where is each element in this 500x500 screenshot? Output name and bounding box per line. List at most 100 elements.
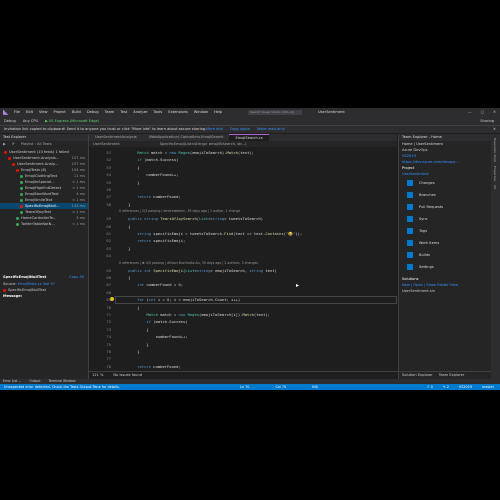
- code-line[interactable]: string specificEmoji = tweetsToSearch.Fi…: [119, 231, 302, 236]
- editor-tab[interactable]: (WebApplication).Controllers.EmojiSearch: [143, 134, 230, 141]
- menu-item-analyze[interactable]: Analyze: [133, 108, 147, 117]
- configuration-dropdown[interactable]: Debug: [4, 117, 16, 125]
- playlist-dropdown[interactable]: Playlist : All Tests: [21, 141, 52, 147]
- copy-again-link[interactable]: Copy again: [230, 126, 250, 133]
- code-line[interactable]: for (int i = 0; i < emojiToSearch.Count;…: [119, 297, 240, 302]
- editor-tab[interactable]: UserSentimentAnalysis: [89, 134, 143, 141]
- code-line[interactable]: Match match = new Regex(emojiToSearch).M…: [119, 150, 254, 155]
- make-read-only-link[interactable]: Make read-only: [257, 126, 285, 133]
- code-line[interactable]: }: [119, 246, 130, 251]
- zoom-level[interactable]: 121 %: [92, 372, 103, 379]
- code-line[interactable]: }: [119, 180, 139, 185]
- code-line[interactable]: return numberFound;: [119, 364, 180, 369]
- main-toolbar: Debug Any CPU ▶ IIS Express (Microsoft E…: [0, 117, 500, 126]
- platform-dropdown[interactable]: Any CPU: [23, 117, 38, 125]
- team-explorer-item-builds[interactable]: Builds: [399, 249, 491, 261]
- solutions-links[interactable]: New | Open | Show Folder View: [402, 283, 458, 287]
- code-line[interactable]: }: [119, 342, 148, 347]
- menu-item-test[interactable]: Test: [120, 108, 127, 117]
- code-line[interactable]: }: [119, 202, 130, 207]
- code-line[interactable]: int numberFound = 0;: [119, 282, 183, 287]
- menu-item-edit[interactable]: Edit: [26, 108, 33, 117]
- line-number: 51: [106, 150, 111, 155]
- menu-item-extensions[interactable]: Extensions: [168, 108, 188, 117]
- more-info-link[interactable]: More info: [206, 126, 223, 133]
- codelens-annotation[interactable]: 0 references | 2/3 passing | Iendrewbemn…: [119, 209, 240, 213]
- team-explorer-item-sync[interactable]: Sync: [399, 213, 491, 225]
- minimize-button[interactable]: —: [468, 108, 472, 117]
- status-message[interactable]: Unexpected error detected. Check the Tes…: [4, 384, 120, 390]
- copy-all-link[interactable]: Copy All: [69, 274, 88, 281]
- organization-link[interactable]: VS2019: [402, 154, 416, 158]
- team-explorer-item-pull-requests[interactable]: Pull Requests: [399, 201, 491, 213]
- code-line[interactable]: {: [119, 275, 130, 280]
- line-number: 76: [106, 349, 111, 354]
- source-link[interactable]: EmojiTests.cs line 57: [18, 282, 55, 286]
- code-line[interactable]: Match match = new Regex(emojiToSearch[i]…: [119, 312, 270, 317]
- menu-item-debug[interactable]: Debug: [87, 108, 99, 117]
- menu-item-window[interactable]: Window: [194, 108, 208, 117]
- team-explorer-item-branches[interactable]: Branches: [399, 189, 491, 201]
- solution-file-item[interactable]: UserSentiment.sln: [399, 288, 491, 294]
- team-explorer-item-changes[interactable]: Changes: [399, 177, 491, 189]
- pass-icon: [20, 198, 23, 202]
- code-line[interactable]: public string TearsOfJoySearch(List<stri…: [119, 216, 263, 221]
- team-explorer-item-label: Changes: [419, 181, 435, 185]
- run-button[interactable]: ▶ IIS Express (Microsoft Edge): [45, 117, 99, 125]
- code-area[interactable]: 51 Match match = new Regex(emojiToSearch…: [89, 148, 397, 370]
- code-line[interactable]: public int SpecificEmoji(List<string> em…: [119, 268, 277, 273]
- code-line[interactable]: numberFound++;: [119, 172, 178, 177]
- menu-item-file[interactable]: File: [14, 108, 20, 117]
- project-link[interactable]: UserSentiment: [402, 172, 429, 176]
- push-count[interactable]: ↑ 0: [427, 384, 433, 390]
- tab-properties[interactable]: Properties: [493, 166, 497, 181]
- live-share-button[interactable]: Sharing: [480, 117, 494, 125]
- branch-name[interactable]: master: [482, 384, 494, 390]
- close-button[interactable]: ✕: [493, 108, 496, 117]
- code-line[interactable]: {: [119, 224, 130, 229]
- code-line[interactable]: return specificEmoji;: [119, 238, 185, 243]
- team-explorer-item-label: Work Items: [419, 241, 440, 245]
- search-input[interactable]: Search Visual Studio (Ctrl+Q): [248, 110, 302, 115]
- editor-tab[interactable]: EmojiSearch.cs: [229, 134, 269, 141]
- maximize-button[interactable]: □: [481, 108, 484, 117]
- team-explorer-item-work-items[interactable]: Work Items: [399, 237, 491, 249]
- team-explorer-item-settings[interactable]: Settings: [399, 261, 491, 273]
- team-explorer-item-label: Sync: [419, 217, 428, 221]
- refresh-icon[interactable]: ⟳: [12, 141, 15, 147]
- run-all-tests-button[interactable]: ▶: [3, 141, 6, 147]
- branches-icon: [407, 192, 413, 198]
- close-infobar-button[interactable]: ✕: [493, 126, 496, 133]
- member-dropdown[interactable]: SpecificEmoji(List<string> emojiToSearch…: [160, 141, 247, 147]
- repository-name[interactable]: VS2019: [459, 384, 472, 390]
- tab-team-explorer[interactable]: Team Explorer: [439, 372, 465, 379]
- menu-item-help[interactable]: Help: [214, 108, 222, 117]
- menu-item-tools[interactable]: Tools: [153, 108, 162, 117]
- organization-url[interactable]: https://dev.azure.com/devops...: [402, 160, 459, 164]
- test-tree-row[interactable]: TwitterTableNotN... < 1 ms: [0, 221, 88, 227]
- code-line[interactable]: {: [119, 165, 139, 170]
- code-line[interactable]: }: [119, 349, 139, 354]
- team-explorer-item-tags[interactable]: Tags: [399, 225, 491, 237]
- changes-count[interactable]: ✎ 2: [443, 384, 449, 390]
- code-line[interactable]: if (match.Success): [119, 319, 187, 324]
- team-explorer-item-label: Tags: [419, 229, 427, 233]
- menu-item-build[interactable]: Build: [72, 108, 81, 117]
- code-line[interactable]: {: [119, 305, 139, 310]
- menu-item-view[interactable]: View: [39, 108, 48, 117]
- menu-item-project[interactable]: Project: [54, 108, 66, 117]
- code-line[interactable]: if (match.Success): [119, 157, 178, 162]
- codelens-annotation[interactable]: 0 references | ✖ 4/5 passing | Allison B…: [119, 261, 258, 265]
- settings-icon: [407, 264, 413, 270]
- code-line[interactable]: {: [119, 327, 148, 332]
- menu-item-team[interactable]: Team: [105, 108, 115, 117]
- visual-studio-logo-icon: ◣: [3, 108, 9, 116]
- tab-git[interactable]: Git: [493, 185, 497, 189]
- project-dropdown[interactable]: UserSentiment: [93, 141, 120, 147]
- tab-solution-explorer[interactable]: Solution Explorer: [402, 372, 433, 379]
- mouse-cursor-icon: ▸: [296, 282, 300, 289]
- team-explorer-title: Team Explorer - Home: [399, 134, 491, 141]
- tab-diagnostic-tools[interactable]: Diagnostic Tools: [493, 138, 497, 162]
- code-line[interactable]: return numberFound;: [119, 194, 180, 199]
- code-line[interactable]: numberFound++;: [119, 334, 188, 339]
